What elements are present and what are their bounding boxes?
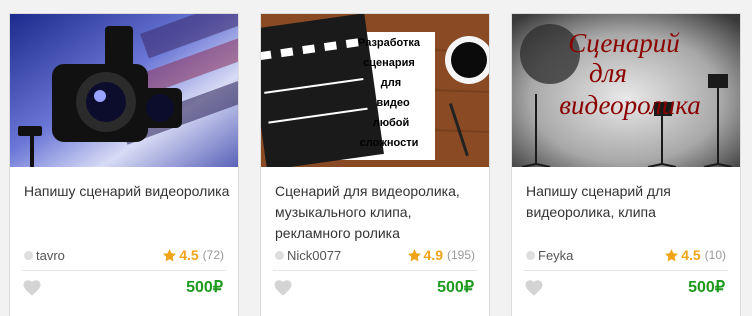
star-icon [163, 248, 177, 261]
gig-thumbnail-studio[interactable]: Сценарий для видеоролика [512, 14, 740, 167]
seller[interactable]: Feyka [526, 247, 573, 263]
rating: 4.9 (195) [407, 246, 475, 264]
gig-card-grid: Напишу сценарий видеоролика tavro 4.5 (7… [0, 0, 752, 316]
price[interactable]: 500₽ [437, 277, 474, 297]
image-caption-line: для [589, 58, 627, 88]
heart-icon[interactable] [23, 280, 41, 296]
divider [273, 270, 477, 271]
rating: 4.5 (72) [162, 246, 224, 264]
online-status-icon [275, 250, 284, 260]
image-caption-line: видео [376, 97, 410, 109]
heart-icon[interactable] [274, 280, 292, 296]
gig-title[interactable]: Напишу сценарий для видеоролика, клипа [526, 181, 732, 223]
rating: 4.5 (10) [664, 246, 726, 264]
seller-name[interactable]: tavro [36, 248, 65, 263]
divider [22, 270, 226, 271]
gig-title[interactable]: Сценарий для видеоролика, музыкального к… [275, 181, 481, 244]
gig-thumbnail-clapperboard[interactable]: Разработка сценария для видео любой слож… [261, 14, 489, 167]
online-status-icon [24, 250, 33, 260]
image-caption-line: сценария [363, 57, 415, 69]
rating-value: 4.5 [179, 247, 199, 263]
gig-card[interactable]: Напишу сценарий видеоролика tavro 4.5 (7… [9, 13, 239, 316]
price[interactable]: 500₽ [186, 277, 223, 297]
image-caption-line: Сценарий [568, 28, 680, 58]
star-icon [665, 248, 679, 261]
heart-icon[interactable] [525, 280, 543, 296]
camera-image [10, 14, 238, 167]
seller[interactable]: Nick0077 [275, 247, 341, 263]
seller[interactable]: tavro [24, 247, 65, 263]
clapperboard-image: Разработка сценария для видео любой слож… [261, 14, 489, 167]
star-icon [407, 248, 421, 261]
seller-name[interactable]: Feyka [538, 248, 573, 263]
gig-title[interactable]: Напишу сценарий видеоролика [24, 181, 230, 202]
gig-card[interactable]: Сценарий для видеоролика Напишу сценарий… [511, 13, 741, 316]
image-caption-line: любой [373, 117, 410, 129]
rating-count: (10) [704, 248, 726, 262]
gig-thumbnail-camera[interactable] [10, 14, 238, 167]
seller-name[interactable]: Nick0077 [287, 248, 341, 263]
divider [524, 270, 728, 271]
studio-image: Сценарий для видеоролика [512, 14, 740, 167]
image-caption-line: для [381, 77, 401, 89]
gig-card[interactable]: Разработка сценария для видео любой слож… [260, 13, 490, 316]
image-caption-line: видеоролика [559, 90, 700, 120]
rating-value: 4.5 [681, 247, 701, 263]
image-caption-line: Разработка [358, 37, 421, 49]
price[interactable]: 500₽ [688, 277, 725, 297]
image-caption-line: сложности [360, 137, 419, 149]
rating-count: (195) [446, 248, 475, 262]
rating-count: (72) [202, 248, 224, 262]
online-status-icon [526, 250, 535, 260]
rating-value: 4.9 [423, 247, 443, 263]
